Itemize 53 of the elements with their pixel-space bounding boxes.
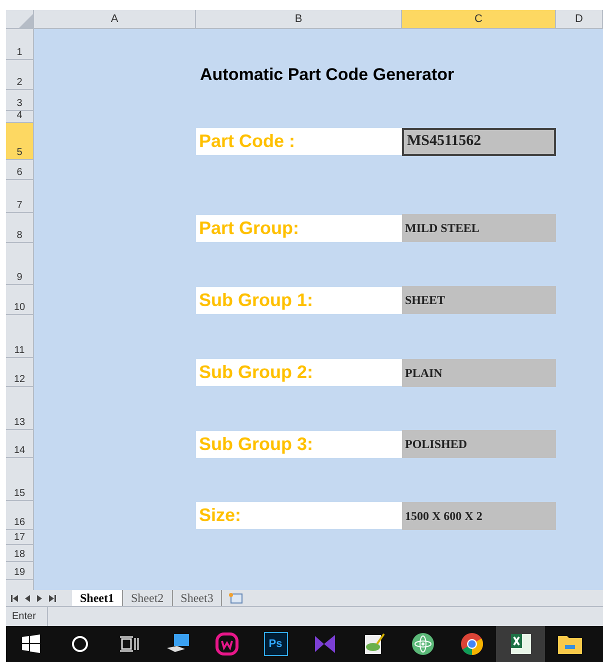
row-header[interactable]: 14 xyxy=(6,430,34,458)
row-header[interactable]: 15 xyxy=(6,458,34,501)
row-header[interactable]: 4 xyxy=(6,111,34,123)
field-label: Sub Group 3: xyxy=(196,430,402,458)
field-label: Sub Group 1: xyxy=(196,286,402,314)
app-logo-icon[interactable] xyxy=(214,632,238,656)
sheet-title: Automatic Part Code Generator xyxy=(199,64,454,86)
photoshop-icon[interactable]: Ps xyxy=(264,632,288,656)
row-header[interactable]: 6 xyxy=(6,160,34,180)
taskbar-slot[interactable] xyxy=(496,626,545,662)
row-header[interactable]: 17 xyxy=(6,530,34,545)
row-header[interactable]: 7 xyxy=(6,180,34,213)
row-header[interactable]: 19 xyxy=(6,562,34,580)
row-header[interactable]: 9 xyxy=(6,243,34,285)
field-value[interactable]: MILD STEEL xyxy=(402,214,556,242)
folder-icon[interactable] xyxy=(556,633,582,655)
windows-start-icon[interactable] xyxy=(20,634,40,654)
row-header[interactable]: 16 xyxy=(6,501,34,530)
row-header[interactable]: 2 xyxy=(6,60,34,90)
row-header[interactable]: 8 xyxy=(6,213,34,243)
field-value[interactable]: SHEET xyxy=(402,286,556,314)
visual-studio-icon[interactable] xyxy=(312,633,336,655)
new-sheet-icon[interactable] xyxy=(228,592,244,604)
row-header[interactable]: 13 xyxy=(6,387,34,430)
search-circle-icon[interactable] xyxy=(70,635,88,653)
chrome-icon[interactable] xyxy=(460,632,484,656)
field-label: Sub Group 2: xyxy=(196,359,402,386)
task-view-icon[interactable] xyxy=(118,635,138,653)
column-header[interactable]: C xyxy=(402,10,556,28)
atom-icon[interactable] xyxy=(410,632,434,656)
field-label: Size: xyxy=(196,502,402,529)
first-sheet-icon[interactable] xyxy=(11,594,18,602)
next-sheet-icon[interactable] xyxy=(37,594,42,602)
field-label: Part Group: xyxy=(196,214,402,242)
taskbar-slot[interactable]: Ps xyxy=(251,626,300,662)
row-header[interactable]: 18 xyxy=(6,545,34,562)
computer-icon[interactable] xyxy=(164,633,190,655)
last-sheet-icon[interactable] xyxy=(49,594,56,602)
row-header[interactable]: 3 xyxy=(6,90,34,111)
field-value[interactable]: PLAIN xyxy=(402,358,556,386)
row-header[interactable]: 5 xyxy=(6,123,34,160)
field-label: Part Code : xyxy=(196,128,402,155)
sheet-tab[interactable]: Sheet2 xyxy=(123,590,173,606)
row-header[interactable]: 11 xyxy=(6,315,34,358)
sheet-tab[interactable]: Sheet3 xyxy=(172,590,222,606)
previous-sheet-icon[interactable] xyxy=(25,594,30,602)
field-value[interactable]: POLISHED xyxy=(402,430,556,458)
row-header[interactable]: 1 xyxy=(6,29,34,60)
row-header[interactable]: 12 xyxy=(6,358,34,387)
row-header[interactable]: 10 xyxy=(6,285,34,315)
sheet-tab[interactable]: Sheet1 xyxy=(72,590,123,606)
field-value[interactable]: 1500 X 600 X 2 xyxy=(402,502,556,530)
field-value[interactable]: MS4511562 xyxy=(402,128,556,156)
